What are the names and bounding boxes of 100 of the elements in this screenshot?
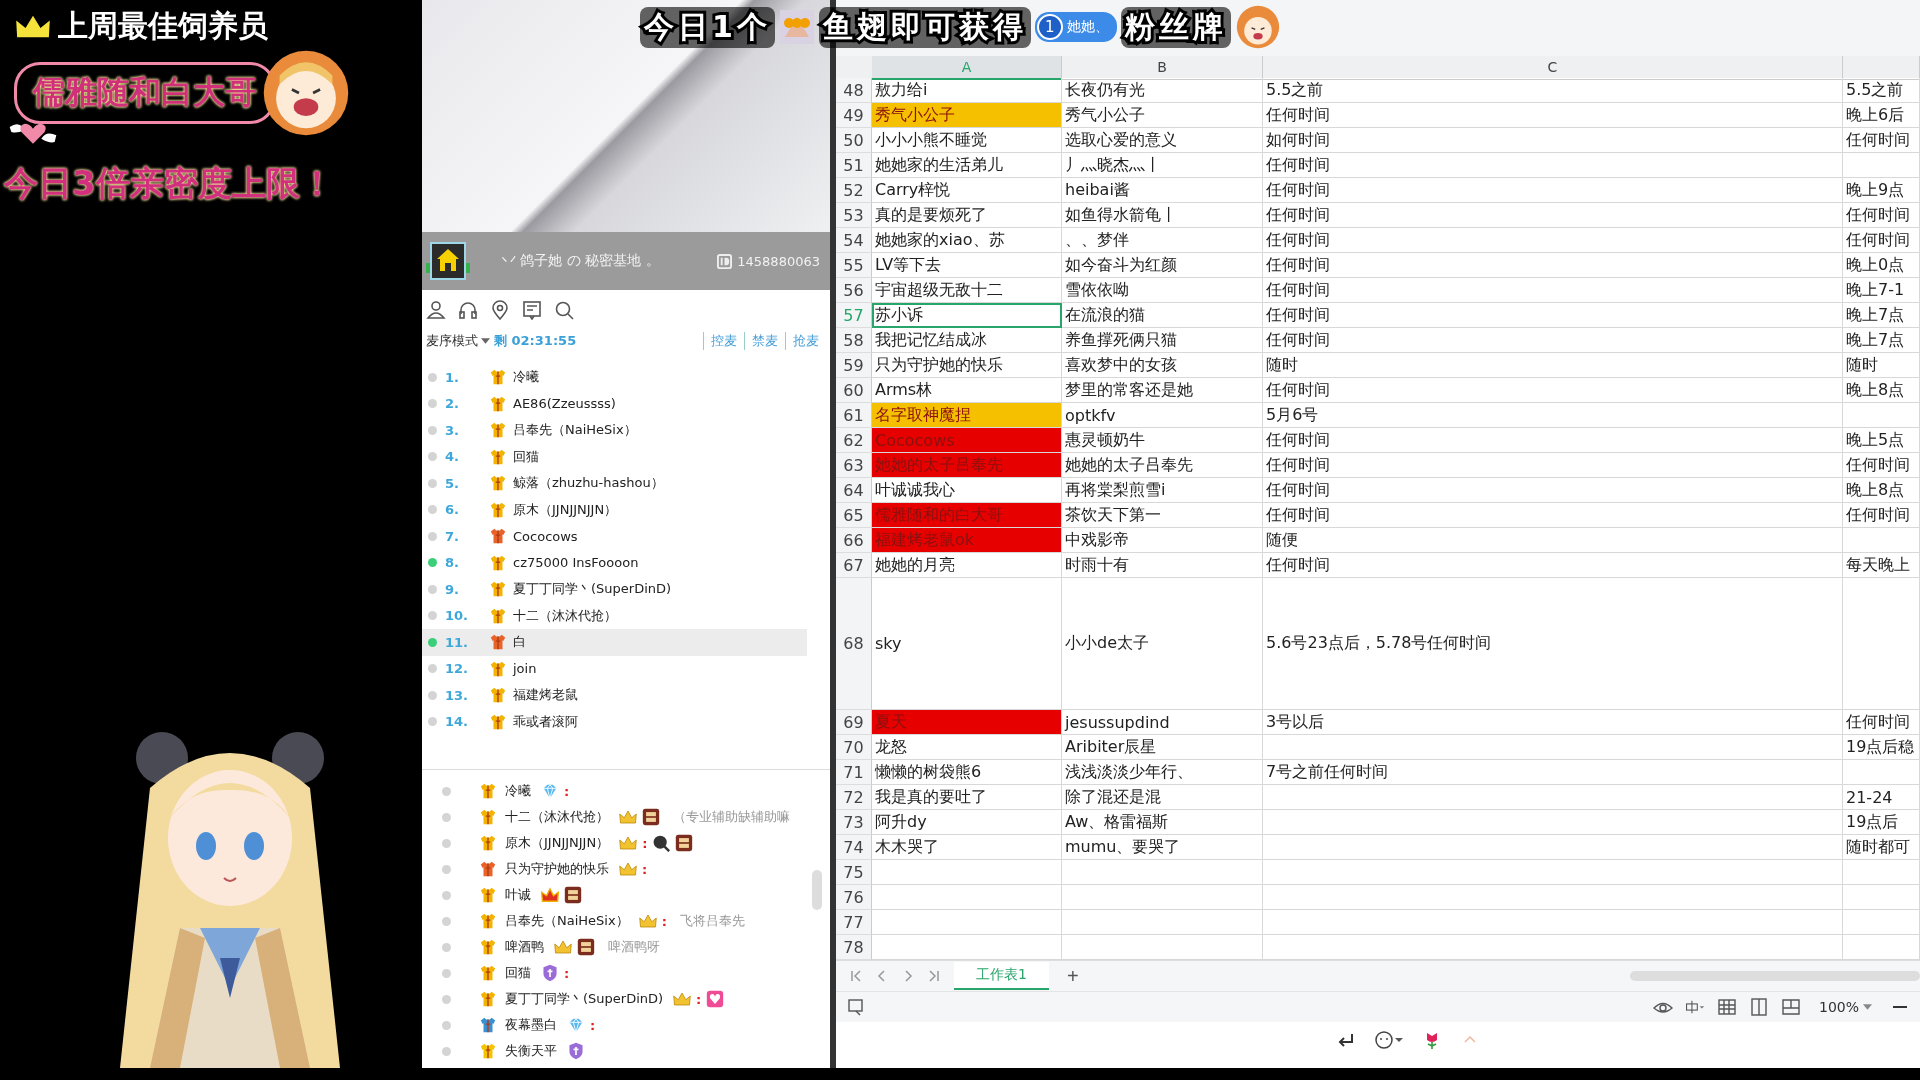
queue-item[interactable]: 6. 原木（JJNJJNJJN）: [422, 496, 807, 523]
table-cell[interactable]: 任何时间: [1263, 228, 1843, 253]
table-cell[interactable]: 任何时间: [1843, 128, 1920, 153]
queue-item[interactable]: 3. 吕奉先（NaiHeSix）: [422, 417, 807, 444]
row-number[interactable]: 71: [836, 760, 872, 785]
table-cell[interactable]: 任何时间: [1263, 478, 1843, 503]
table-cell[interactable]: 秀气小公子: [872, 103, 1062, 128]
table-cell[interactable]: 龙怒: [872, 735, 1062, 760]
row-number[interactable]: 75: [836, 860, 872, 885]
empty-cell[interactable]: [1263, 735, 1843, 760]
table-cell[interactable]: 任何时间: [1843, 503, 1920, 528]
reading-view-icon[interactable]: [1780, 997, 1801, 1017]
empty-cell[interactable]: [1062, 860, 1263, 885]
empty-cell[interactable]: [1843, 885, 1920, 910]
row-number[interactable]: 60: [836, 378, 872, 403]
row-number[interactable]: 72: [836, 785, 872, 810]
table-cell[interactable]: 7号之前任何时间: [1263, 760, 1843, 785]
table-cell[interactable]: 任何时间: [1263, 453, 1843, 478]
empty-cell[interactable]: [1843, 760, 1920, 785]
queue-item[interactable]: 9. 夏丁丁同学丶(SuperDinD): [422, 576, 807, 603]
row-number[interactable]: 56: [836, 278, 872, 303]
table-cell[interactable]: 我是真的要吐了: [872, 785, 1062, 810]
row-number[interactable]: 54: [836, 228, 872, 253]
table-cell[interactable]: 木木哭了: [872, 835, 1062, 860]
queue-item[interactable]: 4. 回猫: [422, 443, 807, 470]
table-cell[interactable]: 晚上7点: [1843, 303, 1920, 328]
first-sheet-icon[interactable]: [850, 970, 862, 982]
empty-cell[interactable]: [1843, 153, 1920, 178]
empty-cell[interactable]: [1843, 860, 1920, 885]
notice-board-icon[interactable]: [522, 300, 542, 320]
normal-view-icon[interactable]: [1716, 997, 1737, 1017]
table-cell[interactable]: jesussupdind: [1062, 710, 1263, 735]
next-sheet-icon[interactable]: [902, 970, 914, 982]
table-cell[interactable]: 时雨十有: [1062, 553, 1263, 578]
row-number[interactable]: 73: [836, 810, 872, 835]
table-cell[interactable]: 19点后稳: [1843, 735, 1920, 760]
empty-cell[interactable]: [1263, 785, 1843, 810]
table-cell[interactable]: 小小de太子: [1062, 578, 1263, 710]
location-pin-icon[interactable]: [490, 300, 510, 320]
row-number[interactable]: 68: [836, 578, 872, 710]
table-cell[interactable]: 5月6号: [1263, 403, 1843, 428]
table-cell[interactable]: mumu、要哭了: [1062, 835, 1263, 860]
row-number[interactable]: 61: [836, 403, 872, 428]
table-cell[interactable]: 她她的月亮: [872, 553, 1062, 578]
row-number[interactable]: 66: [836, 528, 872, 553]
sheet-view-icon[interactable]: [846, 997, 866, 1017]
table-cell[interactable]: 选取心爱的意义: [1062, 128, 1263, 153]
page-layout-icon[interactable]: [1748, 997, 1769, 1017]
table-cell[interactable]: heibai酱: [1062, 178, 1263, 203]
table-cell[interactable]: 随时: [1263, 353, 1843, 378]
row-number[interactable]: 51: [836, 153, 872, 178]
table-cell[interactable]: 任何时间: [1263, 278, 1843, 303]
row-number[interactable]: 67: [836, 553, 872, 578]
table-cell[interactable]: 任何时间: [1263, 378, 1843, 403]
row-number[interactable]: 49: [836, 103, 872, 128]
table-cell[interactable]: 真的是要烦死了: [872, 203, 1062, 228]
table-cell[interactable]: optkfv: [1062, 403, 1263, 428]
empty-cell[interactable]: [1062, 885, 1263, 910]
table-cell[interactable]: 任何时间: [1263, 503, 1843, 528]
table-cell[interactable]: 5.6号23点后，5.78号任何时间: [1263, 578, 1843, 710]
table-cell[interactable]: 养鱼撑死俩只猫: [1062, 328, 1263, 353]
table-cell[interactable]: 晚上7点: [1843, 328, 1920, 353]
queue-item[interactable]: 14. 乖或者滚阿: [422, 708, 807, 735]
empty-cell[interactable]: [1062, 910, 1263, 935]
table-cell[interactable]: 任何时间: [1843, 453, 1920, 478]
table-cell[interactable]: 3号以后: [1263, 710, 1843, 735]
user-icon[interactable]: [426, 300, 446, 320]
table-cell[interactable]: 每天晚上: [1843, 553, 1920, 578]
table-cell[interactable]: 任何时间: [1263, 153, 1843, 178]
table-cell[interactable]: 任何时间: [1263, 428, 1843, 453]
empty-cell[interactable]: [1843, 403, 1920, 428]
queue-item[interactable]: 5. 鲸落（zhuzhu-hashou）: [422, 470, 807, 497]
table-cell[interactable]: 晚上8点: [1843, 378, 1920, 403]
table-cell[interactable]: 晚上0点: [1843, 253, 1920, 278]
row-number[interactable]: 63: [836, 453, 872, 478]
empty-cell[interactable]: [1263, 860, 1843, 885]
empty-cell[interactable]: [1263, 910, 1843, 935]
table-cell[interactable]: 阿升dy: [872, 810, 1062, 835]
table-cell[interactable]: 任何时间: [1843, 203, 1920, 228]
table-cell[interactable]: 浅浅淡淡少年行、: [1062, 760, 1263, 785]
table-cell[interactable]: 秀气小公子: [1062, 103, 1263, 128]
table-cell[interactable]: 小小小熊不睡觉: [872, 128, 1062, 153]
row-number[interactable]: 77: [836, 910, 872, 935]
scrollbar-thumb[interactable]: [812, 870, 822, 910]
column-header[interactable]: [1843, 56, 1920, 80]
row-number[interactable]: 78: [836, 935, 872, 960]
empty-cell[interactable]: [1843, 578, 1920, 710]
table-cell[interactable]: 晚上5点: [1843, 428, 1920, 453]
table-cell[interactable]: 名字取神魔捏: [872, 403, 1062, 428]
row-number[interactable]: 50: [836, 128, 872, 153]
empty-cell[interactable]: [1843, 910, 1920, 935]
table-cell[interactable]: 喜欢梦中的女孩: [1062, 353, 1263, 378]
row-number[interactable]: 70: [836, 735, 872, 760]
table-cell[interactable]: 她她家的xiao、苏: [872, 228, 1062, 253]
table-cell[interactable]: Carry梓悦: [872, 178, 1062, 203]
table-cell[interactable]: 如鱼得水箭龟丨: [1062, 203, 1263, 228]
mic-mode-dropdown[interactable]: 麦序模式: [426, 332, 490, 350]
table-cell[interactable]: 茶饮天下第一: [1062, 503, 1263, 528]
column-header[interactable]: C: [1263, 56, 1843, 80]
row-number[interactable]: 58: [836, 328, 872, 353]
